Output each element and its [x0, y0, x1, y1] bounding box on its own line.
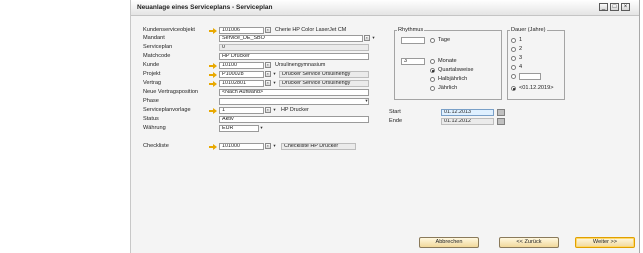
kundenserviceobjekt-input[interactable]: 101006: [219, 27, 264, 34]
link-arrow-icon[interactable]: [209, 28, 217, 34]
start-date-input[interactable]: 01.12.2013: [441, 109, 494, 116]
form-area: Kundenserviceobjekt 101006 ▪ Cherie HP C…: [131, 16, 639, 253]
dropdown-arrow-icon[interactable]: ▾: [259, 125, 264, 131]
kunde-input[interactable]: 10100: [219, 62, 264, 69]
kunde-description: Ursulinengymnasium: [275, 62, 326, 68]
end-date-field: 01.12.2012: [441, 118, 494, 125]
rhythmus-tage-radio[interactable]: [430, 38, 435, 43]
rhythmus-monate-radio[interactable]: [430, 59, 435, 64]
dropdown-arrow-icon[interactable]: ▾: [364, 98, 369, 104]
choose-from-list-icon[interactable]: ▪: [265, 27, 271, 33]
checkliste-input[interactable]: 101000: [219, 143, 264, 150]
phase-select[interactable]: [219, 98, 369, 105]
rhythmus-tage-input[interactable]: [401, 37, 425, 44]
serviceplanvorlage-label: Serviceplanvorlage: [143, 107, 191, 113]
rhythmus-quartalsweise-radio[interactable]: [430, 68, 435, 73]
cancel-button[interactable]: Abbrechen: [419, 237, 479, 248]
rhythmus-monate-label: Monate: [438, 58, 457, 64]
rhythmus-jaehrlich-radio[interactable]: [430, 86, 435, 91]
left-background: [0, 0, 130, 253]
dropdown-arrow-icon[interactable]: ▾: [272, 107, 277, 113]
choose-from-list-icon[interactable]: ▪: [265, 71, 271, 77]
projekt-description: Drucker Service Ursulinengy: [279, 71, 369, 78]
dauer-1-label: 1: [519, 37, 523, 43]
ende-label: Ende: [389, 118, 403, 124]
calendar-icon[interactable]: [497, 109, 505, 116]
title-bar: Neuanlage eines Serviceplans - Servicepl…: [131, 0, 639, 16]
choose-from-list-icon[interactable]: ▪: [265, 143, 271, 149]
checkliste-description: Checkliste HP Drucker: [281, 143, 356, 150]
dropdown-arrow-icon[interactable]: ▾: [272, 71, 277, 77]
link-arrow-icon[interactable]: [209, 108, 217, 114]
rhythmus-jaehrlich-label: Jährlich: [438, 85, 458, 91]
choose-from-list-icon[interactable]: ▪: [265, 62, 271, 68]
kundenserviceobjekt-label: Kundenserviceobjekt: [143, 27, 195, 33]
next-button[interactable]: Weiter >>: [575, 237, 635, 248]
checkliste-label: Checkliste: [143, 143, 169, 149]
vertrag-description: Drucker Service Ursulinengy: [279, 80, 369, 87]
dauer-2-label: 2: [519, 46, 523, 52]
calendar-icon[interactable]: [497, 118, 505, 125]
dropdown-arrow-icon[interactable]: ▾: [371, 35, 376, 41]
dauer-date-label: <01.12.2019>: [519, 85, 554, 91]
dauer-label: Dauer (Jahre): [510, 27, 547, 33]
serviceplan-label: Serviceplan: [143, 44, 173, 50]
mandant-label: Mandant: [143, 35, 165, 41]
phase-label: Phase: [143, 98, 159, 104]
dauer-4-label: 4: [519, 64, 523, 70]
neue-vertragsposition-label: Neue Vertragsposition: [143, 89, 199, 95]
link-arrow-icon[interactable]: [209, 72, 217, 78]
choose-from-list-icon[interactable]: ▪: [265, 107, 271, 113]
link-arrow-icon[interactable]: [209, 81, 217, 87]
projekt-label: Projekt: [143, 71, 161, 77]
dauer-custom-radio[interactable]: [511, 74, 516, 79]
window-title: Neuanlage eines Serviceplans - Servicepl…: [137, 4, 273, 11]
close-button[interactable]: ×: [621, 3, 630, 11]
choose-from-list-icon[interactable]: ▪: [265, 80, 271, 86]
link-arrow-icon[interactable]: [209, 63, 217, 69]
start-label: Start: [389, 109, 401, 115]
rhythmus-label: Rhythmus: [397, 27, 425, 33]
projekt-input[interactable]: P100028: [219, 71, 264, 78]
maximize-button[interactable]: □: [610, 3, 619, 11]
rhythmus-tage-label: Tage: [438, 37, 451, 43]
dauer-3-label: 3: [519, 55, 523, 61]
matchcode-label: Matchcode: [143, 53, 171, 59]
choose-from-list-icon[interactable]: ▪: [364, 35, 370, 41]
back-button[interactable]: << Zurück: [499, 237, 559, 248]
dauer-2-radio[interactable]: [511, 47, 516, 52]
vertrag-label: Vertrag: [143, 80, 162, 86]
rhythmus-monate-input[interactable]: 3: [401, 58, 425, 65]
neue-vertragsposition-select[interactable]: <Nach Aufwand>: [219, 89, 369, 96]
mandant-input[interactable]: Service_DE_SBO: [219, 35, 363, 42]
rhythmus-halbjaehrlich-label: Halbjährlich: [438, 76, 468, 82]
minimize-button[interactable]: _: [599, 3, 608, 11]
waehrung-label: Währung: [143, 125, 166, 131]
rhythmus-halbjaehrlich-radio[interactable]: [430, 77, 435, 82]
serviceplan-field: 0: [219, 44, 369, 51]
dauer-4-radio[interactable]: [511, 65, 516, 70]
dauer-1-radio[interactable]: [511, 38, 516, 43]
serviceplanvorlage-input[interactable]: 1: [219, 107, 264, 114]
serviceplanvorlage-description: HP Drucker: [281, 107, 309, 113]
dauer-date-radio[interactable]: [511, 86, 516, 91]
dropdown-arrow-icon[interactable]: ▾: [272, 143, 277, 149]
kunde-label: Kunde: [143, 62, 160, 68]
kundenserviceobjekt-description: Cherie HP Color LaserJet CM: [275, 27, 347, 33]
matchcode-input[interactable]: HP Drucker: [219, 53, 369, 60]
waehrung-select[interactable]: EUR: [219, 125, 259, 132]
status-select[interactable]: Aktiv: [219, 116, 369, 123]
status-label: Status: [143, 116, 159, 122]
rhythmus-quartalsweise-label: Quartalsweise: [438, 67, 474, 73]
dauer-custom-input[interactable]: [519, 73, 541, 80]
dropdown-arrow-icon[interactable]: ▾: [272, 80, 277, 86]
dauer-3-radio[interactable]: [511, 56, 516, 61]
serviceplan-wizard-window: Neuanlage eines Serviceplans - Servicepl…: [130, 0, 640, 253]
link-arrow-icon[interactable]: [209, 144, 217, 150]
vertrag-input[interactable]: 10102801: [219, 80, 264, 87]
